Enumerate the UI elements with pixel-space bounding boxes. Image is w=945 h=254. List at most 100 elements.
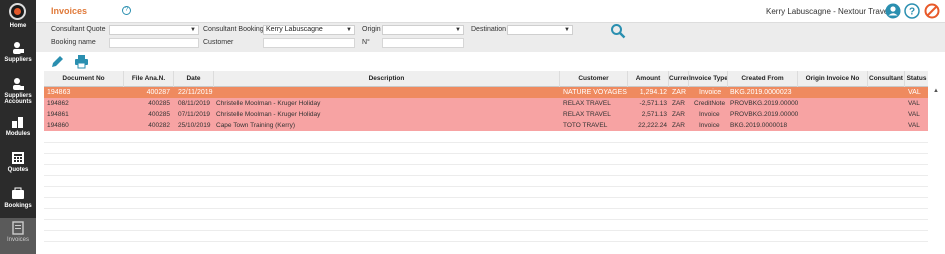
nav-home[interactable]: Home [0,0,36,36]
number-label: N° [362,39,370,46]
empty-row-divider [44,219,928,220]
empty-row-divider [44,142,928,143]
cell-created-from: PROVBKG.2019.0000021 [730,100,798,107]
nav-suppliers-accounts[interactable]: Suppliers Accounts [0,74,36,108]
cell-file-ana: 400287 [146,89,170,96]
empty-row-divider [44,153,928,154]
col-status[interactable]: Status [905,71,928,87]
nav-invoices[interactable]: Invoices [0,218,36,254]
cell-status: VAL [908,122,920,129]
empty-row-divider [44,197,928,198]
search-icon[interactable] [610,23,626,39]
col-amount[interactable]: Amount [628,71,669,87]
col-document-no[interactable]: Document No [44,71,124,87]
cell-currency: ZAR [672,100,685,107]
cell-created-from: BKG.2019.0000023 [730,89,792,96]
table-row[interactable]: 194862 400285 08/11/2019 Christelle Mool… [44,98,928,109]
cell-customer: TOTO TRAVEL [563,122,608,129]
booking-name-label: Booking name [51,39,96,46]
cell-created-from: BKG.2019.0000018 [730,122,788,129]
origin-label: Origin [362,26,381,33]
col-consultant[interactable]: Consultant [868,71,905,87]
empty-row-divider [44,208,928,209]
invoices-icon [12,221,24,235]
invoices-grid: Document No File Ana.N. Date Description… [44,71,928,254]
nav-quotes[interactable]: Quotes [0,148,36,184]
col-customer[interactable]: Customer [560,71,628,87]
cell-invoice-type: CreditNote [694,100,726,107]
nav-suppliers-accounts-label: Suppliers Accounts [4,93,32,105]
help-small-icon[interactable]: ? [122,6,131,15]
user-profile-icon[interactable] [885,3,901,19]
cell-customer: RELAX TRAVEL [563,100,611,107]
cell-currency: ZAR [672,89,686,96]
bookings-icon [12,187,24,199]
empty-row-divider [44,175,928,176]
filter-panel: Consultant Quote ▼ Consultant Booking Ke… [36,22,945,52]
cell-customer: NATURE VOYAGES [563,89,627,96]
cell-origin-invoice-no [800,109,868,120]
empty-row-divider [44,186,928,187]
cell-origin-invoice-no [800,98,868,109]
destination-select[interactable]: ▼ [507,25,573,35]
empty-row-divider [44,164,928,165]
origin-select[interactable]: ▼ [382,25,464,35]
cell-date: 22/11/2019 [178,89,213,96]
user-info: Kerry Labuscagne - Nextour Travel [766,7,891,16]
nav-bookings[interactable]: Bookings [0,184,36,220]
cell-date: 25/10/2019 [178,122,211,129]
grid-header: Document No File Ana.N. Date Description… [44,71,928,87]
scroll-up-icon[interactable]: ▲ [933,88,939,94]
col-file-ana[interactable]: File Ana.N. [124,71,174,87]
cell-consultant [870,120,905,131]
empty-row-divider [44,241,928,242]
empty-row-divider [44,230,928,231]
destination-label: Destination [471,26,507,33]
customer-input[interactable] [263,38,355,48]
col-date[interactable]: Date [174,71,214,87]
help-icon[interactable]: ? [904,3,920,19]
cell-consultant [870,87,905,98]
col-created-from[interactable]: Created From [728,71,798,87]
cell-description: Cape Town Training (Kerry) [216,122,295,129]
cell-currency: ZAR [672,122,685,129]
cell-invoice-type: Invoice [699,122,720,129]
cell-description: Christelle Moolman - Kruger Holiday [216,111,321,118]
cell-document-no: 194862 [47,100,69,107]
consultant-booking-label: Consultant Booking [203,26,264,33]
cell-file-ana: 400285 [148,111,170,118]
print-icon[interactable] [74,54,89,69]
col-description[interactable]: Description [214,71,560,87]
page-title: Invoices [51,6,88,16]
booking-name-input[interactable] [109,38,199,48]
table-row[interactable]: 194860 400282 25/10/2019 Cape Town Train… [44,120,928,131]
cancel-icon[interactable] [924,3,940,19]
cell-amount: 22,222.24 [638,122,667,129]
cell-created-from: PROVBKG.2019.0000021 [730,111,798,118]
consultant-booking-select[interactable]: Kerry Labuscagne ▼ [263,25,355,35]
cell-status: VAL [908,100,920,107]
number-input[interactable] [382,38,464,48]
edit-icon[interactable] [50,54,65,69]
consultant-quote-select[interactable]: ▼ [109,25,199,35]
cell-document-no: 194861 [47,111,69,118]
table-row[interactable]: 194863 400287 22/11/2019 NATURE VOYAGES … [44,87,928,98]
cell-status: VAL [908,89,921,96]
consultant-booking-value: Kerry Labuscagne [266,26,323,33]
cell-date: 07/11/2019 [178,111,211,118]
cell-status: VAL [908,111,920,118]
nav-suppliers[interactable]: Suppliers [0,38,36,74]
table-row[interactable]: 194861 400285 07/11/2019 Christelle Mool… [44,109,928,120]
chevron-down-icon: ▼ [190,27,196,33]
suppliers-icon [13,42,24,54]
nav-modules[interactable]: Modules [0,112,36,148]
col-origin-invoice-no[interactable]: Origin Invoice No [798,71,868,87]
col-invoice-type[interactable]: Invoice Type [689,71,728,87]
nav-invoices-label: Invoices [6,237,29,243]
page-header: Invoices ? Kerry Labuscagne - Nextour Tr… [36,0,945,22]
col-currency[interactable]: Curren [669,71,689,87]
cell-amount: 1,294.12 [639,89,667,96]
cell-origin-invoice-no [800,120,868,131]
cell-document-no: 194860 [47,122,69,129]
grid-toolbar [36,52,945,71]
